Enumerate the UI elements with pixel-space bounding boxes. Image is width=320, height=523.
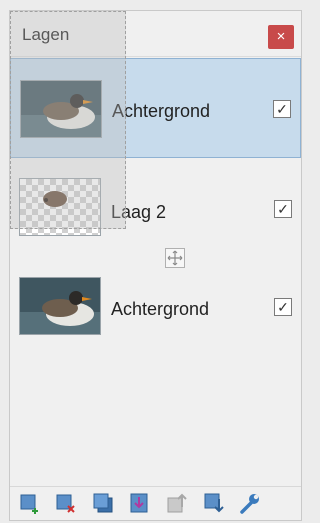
add-layer-icon[interactable] (18, 491, 42, 515)
duplicate-layer-icon[interactable] (91, 491, 115, 515)
merge-layer-down-icon[interactable] (128, 491, 152, 515)
layer-visibility-checkbox[interactable]: ✓ (274, 298, 292, 316)
layers-toolbar (10, 486, 301, 520)
move-cursor-icon (165, 248, 185, 268)
layer-visibility-checkbox[interactable]: ✓ (274, 200, 292, 218)
move-layer-down-icon[interactable] (202, 491, 226, 515)
layer-properties-wrench-icon[interactable] (238, 491, 262, 515)
layers-panel: Lagen × Achtergrond ✓ Laag 2 ✓ Achtergro… (9, 10, 302, 521)
move-layer-up-icon[interactable] (165, 491, 189, 515)
duck-thumbnail-icon (20, 278, 100, 334)
close-button[interactable]: × (268, 25, 294, 49)
layer-row-achtergrond-bottom[interactable]: Achtergrond ✓ (10, 258, 301, 358)
layer-visibility-checkbox[interactable]: ✓ (273, 100, 291, 118)
layer-name: Achtergrond (111, 299, 210, 319)
layer-thumbnail (19, 277, 101, 335)
layer-name: Achtergrond (112, 101, 211, 121)
drag-ghost-overlay (10, 11, 126, 229)
delete-layer-icon[interactable] (54, 491, 78, 515)
